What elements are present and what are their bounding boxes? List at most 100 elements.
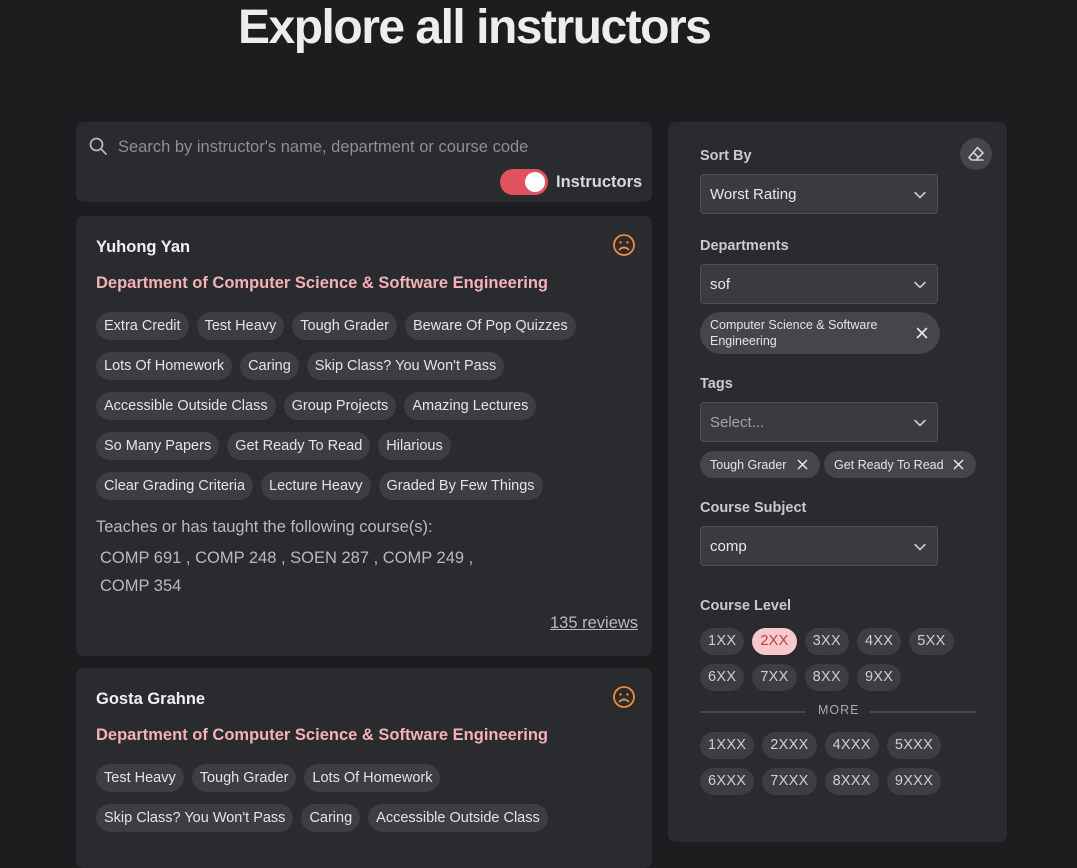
- tag: Group Projects: [283, 392, 397, 420]
- departments-label: Departments: [700, 238, 789, 254]
- course-level-option[interactable]: 7XX: [752, 664, 797, 691]
- course-list: COMP 691 , COMP 248 , SOEN 287 , COMP 24…: [100, 544, 473, 600]
- search-input[interactable]: [116, 132, 620, 162]
- course-level-option[interactable]: 5XXX: [886, 732, 942, 759]
- instructors-toggle[interactable]: [500, 169, 548, 195]
- instructor-card[interactable]: Gosta Grahne Department of Computer Scie…: [76, 668, 652, 868]
- instructor-department: Department of Computer Science & Softwar…: [96, 274, 548, 292]
- tag: Clear Grading Criteria: [96, 472, 254, 500]
- tag: Amazing Lectures: [404, 392, 537, 420]
- courses-intro: Teaches or has taught the following cour…: [96, 518, 433, 536]
- tag: Graded By Few Things: [378, 472, 543, 500]
- clear-filters-button[interactable]: [960, 138, 992, 170]
- tag: Caring: [240, 352, 299, 380]
- tag: Get Ready To Read: [227, 432, 371, 460]
- tag-list: Extra Credit Test Heavy Tough Grader Bew…: [96, 312, 636, 512]
- search-icon: [89, 137, 107, 155]
- course-level-option[interactable]: 1XXX: [700, 732, 755, 759]
- divider-line: [700, 711, 806, 713]
- course-line: COMP 691 , COMP 248 , SOEN 287 , COMP 24…: [100, 549, 474, 567]
- course-level-option[interactable]: 9XXX: [886, 768, 942, 795]
- tag: Beware Of Pop Quizzes: [404, 312, 576, 340]
- tag: Skip Class? You Won't Pass: [96, 804, 294, 832]
- department-chip-label: Computer Science & Software Engineering: [710, 317, 877, 349]
- close-icon[interactable]: [797, 459, 808, 470]
- close-icon[interactable]: [916, 327, 928, 339]
- tag: Tough Grader: [191, 764, 297, 792]
- tag: Accessible Outside Class: [368, 804, 548, 832]
- page-title: Explore all instructors: [238, 1, 712, 54]
- tag-chip: Get Ready To Read: [824, 451, 976, 478]
- tags-select[interactable]: Select...: [700, 402, 938, 442]
- more-label: MORE: [818, 703, 860, 717]
- department-chip-line: Engineering: [710, 334, 777, 348]
- course-level-label: Course Level: [700, 598, 792, 614]
- instructor-name[interactable]: Yuhong Yan: [96, 238, 190, 257]
- course-level-option[interactable]: 3XX: [804, 628, 849, 655]
- course-subject-select[interactable]: comp: [700, 526, 938, 566]
- course-level-option[interactable]: 7XXX: [762, 768, 817, 795]
- course-level-option-active[interactable]: 2XX: [752, 628, 797, 655]
- course-level-option[interactable]: 8XXX: [824, 768, 879, 795]
- tag: Lots Of Homework: [96, 352, 233, 380]
- tag: Skip Class? You Won't Pass: [306, 352, 505, 380]
- more-divider: MORE: [700, 702, 976, 722]
- departments-value: sof: [710, 276, 731, 293]
- tag-chip-label: Tough Grader: [710, 457, 787, 472]
- tag-chip-label: Get Ready To Read: [834, 457, 944, 472]
- tag: Lots Of Homework: [304, 764, 441, 792]
- tag: Lecture Heavy: [261, 472, 371, 500]
- course-level-option[interactable]: 9XX: [856, 664, 902, 691]
- course-subject-value: comp: [710, 538, 747, 555]
- sad-face-icon: [613, 234, 635, 256]
- tags-placeholder: Select...: [710, 414, 765, 431]
- tag-chip: Tough Grader: [700, 451, 820, 478]
- instructor-card[interactable]: Yuhong Yan Department of Computer Scienc…: [76, 216, 652, 656]
- divider-line: [870, 711, 976, 713]
- reviews-link[interactable]: 135 reviews: [550, 614, 638, 633]
- course-level-option[interactable]: 8XX: [804, 664, 849, 691]
- search-panel: Instructors: [76, 122, 652, 202]
- course-level-more-row: 1XXX 2XXX 4XXX 5XXX: [700, 732, 942, 759]
- chevron-down-icon: [914, 281, 926, 289]
- tags-label: Tags: [700, 376, 733, 392]
- course-level-row: 1XX 2XX 3XX 4XX 5XX: [700, 628, 954, 655]
- close-icon[interactable]: [953, 459, 964, 470]
- chevron-down-icon: [914, 191, 926, 199]
- course-level-option[interactable]: 4XXX: [824, 732, 879, 759]
- course-level-more-row: 6XXX 7XXX 8XXX 9XXX: [700, 768, 942, 795]
- eraser-icon: [968, 146, 984, 161]
- course-subject-label: Course Subject: [700, 500, 807, 516]
- course-level-option[interactable]: 2XXX: [762, 732, 817, 759]
- tag: Extra Credit: [96, 312, 189, 340]
- department-chip-line: Computer Science & Software: [710, 318, 878, 332]
- chevron-down-icon: [914, 543, 926, 551]
- toggle-label: Instructors: [556, 173, 643, 191]
- departments-select[interactable]: sof: [700, 264, 938, 304]
- course-level-option[interactable]: 4XX: [856, 628, 902, 655]
- tag: Test Heavy: [196, 312, 285, 340]
- tag: Hilarious: [378, 432, 451, 460]
- instructor-name[interactable]: Gosta Grahne: [96, 690, 205, 709]
- course-level-option[interactable]: 1XX: [700, 628, 745, 655]
- tag: Accessible Outside Class: [96, 392, 276, 420]
- course-level-option[interactable]: 6XXX: [700, 768, 755, 795]
- tag-list: Test Heavy Tough Grader Lots Of Homework…: [96, 764, 636, 844]
- tag: Tough Grader: [292, 312, 397, 340]
- course-line: COMP 354: [100, 577, 182, 595]
- sad-face-icon: [613, 686, 635, 708]
- toggle-knob: [525, 172, 545, 192]
- course-level-option[interactable]: 6XX: [700, 664, 745, 691]
- chevron-down-icon: [914, 419, 926, 427]
- course-level-row: 6XX 7XX 8XX 9XX: [700, 664, 902, 691]
- filter-panel: Sort By Worst Rating Departments sof Com…: [668, 122, 1007, 842]
- tag: Test Heavy: [96, 764, 184, 792]
- tag: Caring: [301, 804, 361, 832]
- course-level-option[interactable]: 5XX: [909, 628, 954, 655]
- sort-by-select[interactable]: Worst Rating: [700, 174, 938, 214]
- tag: So Many Papers: [96, 432, 220, 460]
- sort-by-label: Sort By: [700, 148, 752, 164]
- department-chip: Computer Science & Software Engineering: [700, 312, 940, 354]
- sort-by-value: Worst Rating: [710, 186, 797, 203]
- instructor-department: Department of Computer Science & Softwar…: [96, 726, 548, 744]
